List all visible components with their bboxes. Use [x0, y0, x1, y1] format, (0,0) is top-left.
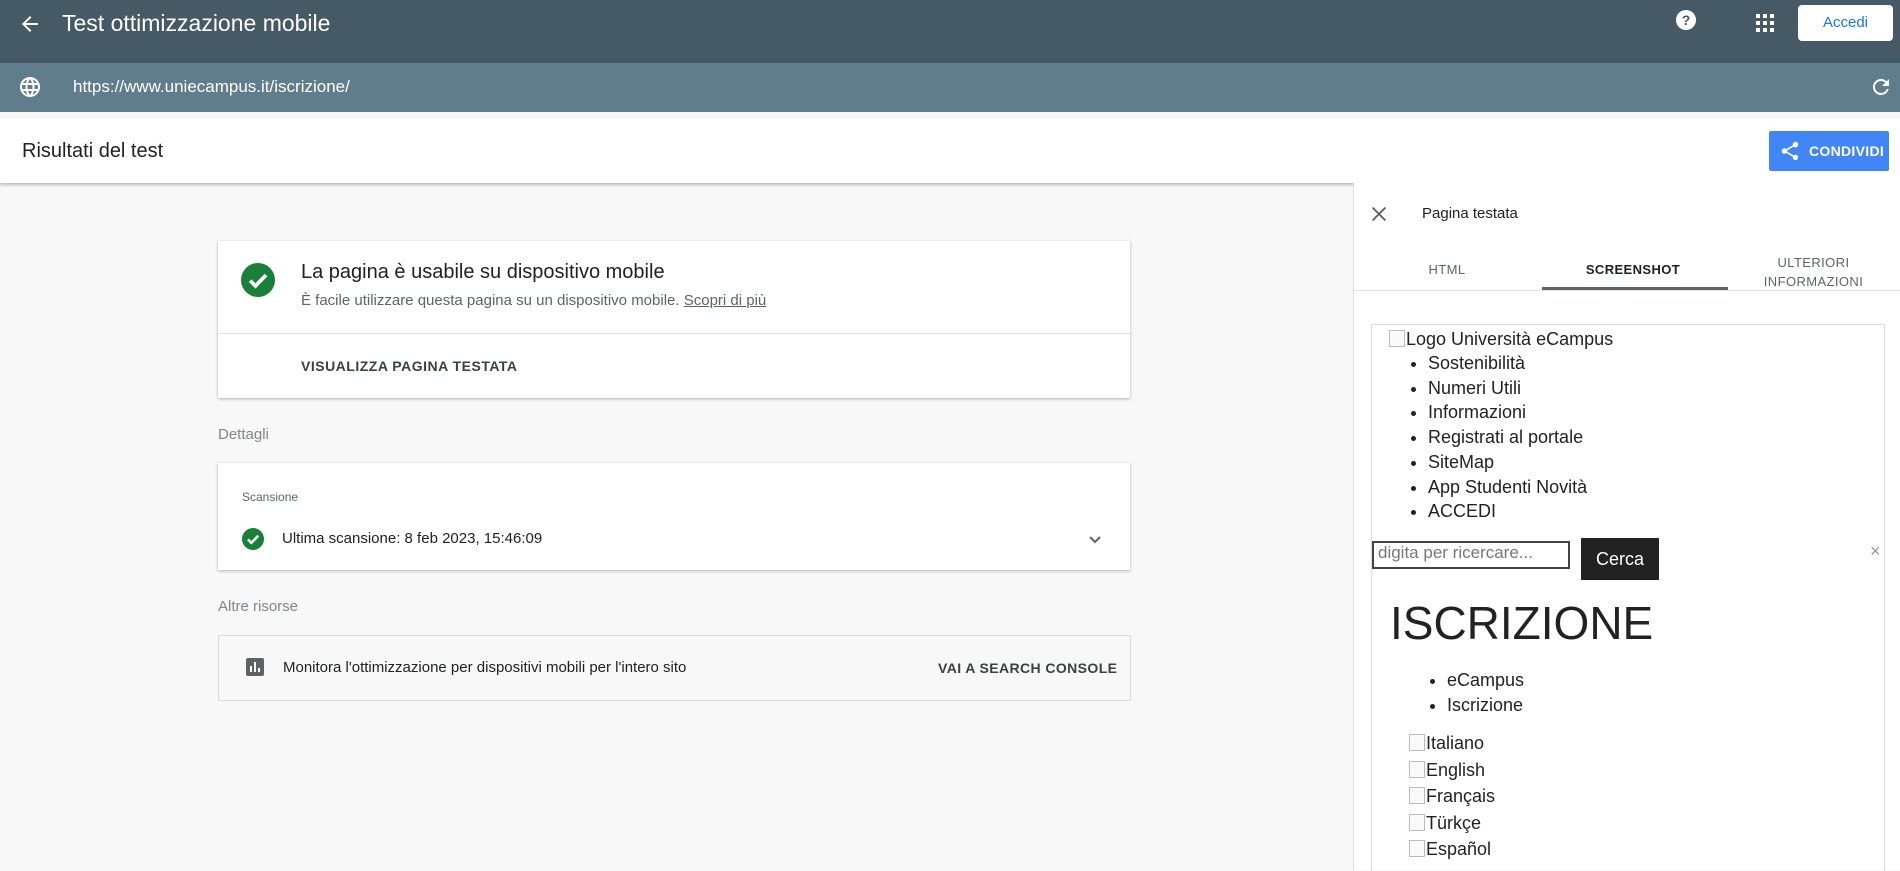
check-circle-icon: [242, 528, 264, 550]
close-icon[interactable]: [1368, 203, 1390, 225]
panel-tabs: HTML SCREENSHOT ULTERIORI INFORMAZIONI: [1354, 245, 1900, 291]
tab-html[interactable]: HTML: [1354, 262, 1540, 307]
scan-details-card[interactable]: Scansione Ultima scansione: 8 feb 2023, …: [218, 463, 1130, 570]
scan-label: Scansione: [242, 490, 299, 504]
language-item: Español: [1409, 836, 1495, 863]
broken-image-icon: [1409, 760, 1425, 778]
share-label: CONDIVIDI: [1809, 143, 1885, 159]
language-item: Français: [1409, 783, 1495, 810]
broken-image-icon: [1409, 813, 1425, 831]
language-item: Italiano: [1409, 730, 1495, 757]
broken-image-icon: [1409, 840, 1425, 857]
tested-page-panel: Pagina testata HTML SCREENSHOT ULTERIORI…: [1353, 183, 1900, 871]
tab-more-info-line2: INFORMAZIONI: [1763, 274, 1864, 289]
broken-image-icon: [1389, 330, 1405, 347]
tab-more-info[interactable]: ULTERIORI INFORMAZIONI: [1726, 253, 1900, 298]
page-screenshot: Logo Università eCampus Sostenibilità Nu…: [1371, 324, 1885, 871]
share-button[interactable]: CONDIVIDI: [1769, 131, 1889, 171]
site-language-list: Italiano English Français Türkçe Español: [1409, 730, 1495, 863]
usability-heading: La pagina è usabile su dispositivo mobil…: [301, 261, 665, 283]
details-section-label: Dettagli: [218, 426, 269, 443]
language-label: Français: [1426, 786, 1496, 806]
last-scan-text: Ultima scansione: 8 feb 2023, 15:46:09: [282, 530, 543, 547]
site-nav-list: Sostenibilità Numeri Utili Informazioni …: [1390, 351, 1587, 524]
refresh-icon[interactable]: [1869, 75, 1893, 99]
app-title: Test ottimizzazione mobile: [62, 10, 331, 36]
divider: [218, 333, 1130, 334]
broken-logo-image: Logo Università eCampus: [1389, 329, 1613, 350]
language-label: Italiano: [1426, 733, 1485, 753]
usability-subtitle: È facile utilizzare questa pagina su un …: [301, 292, 766, 309]
active-tab-indicator: [1542, 287, 1728, 290]
search-console-card: Monitora l'ottimizzazione per dispositiv…: [218, 635, 1131, 701]
results-title: Risultati del test: [22, 140, 164, 162]
help-icon[interactable]: ?: [1674, 8, 1698, 32]
language-label: English: [1426, 759, 1486, 780]
share-icon: [1781, 141, 1799, 161]
list-item: ACCEDI: [1428, 499, 1587, 524]
bar-chart-icon: [246, 658, 264, 676]
learn-more-link[interactable]: Scopri di più: [684, 292, 767, 309]
apps-grid-icon[interactable]: [1753, 11, 1777, 35]
language-item: English: [1409, 757, 1495, 784]
usability-subtitle-text: È facile utilizzare questa pagina su un …: [301, 292, 680, 309]
search-console-link[interactable]: VAI A SEARCH CONSOLE: [938, 660, 1117, 676]
tab-more-info-line1: ULTERIORI: [1777, 255, 1850, 270]
resources-text: Monitora l'ottimizzazione per dispositiv…: [283, 659, 687, 676]
chevron-down-icon[interactable]: [1083, 527, 1107, 551]
list-item: Registrati al portale: [1428, 425, 1587, 450]
site-close-glyph: ×: [1870, 541, 1881, 561]
language-item: Türkçe: [1409, 810, 1495, 837]
resources-section-label: Altre risorse: [218, 598, 299, 615]
app-bar: Test ottimizzazione mobile ? Accedi: [0, 0, 1900, 63]
language-label: Türkçe: [1426, 812, 1482, 833]
check-circle-icon: [241, 263, 275, 297]
list-item: Numeri Utili: [1428, 376, 1587, 401]
svg-text:?: ?: [1682, 12, 1691, 28]
site-heading: ISCRIZIONE: [1390, 597, 1654, 649]
site-search-input: digita per ricercare...: [1372, 541, 1570, 569]
list-item: eCampus: [1447, 668, 1524, 693]
list-item: Iscrizione: [1447, 693, 1524, 718]
site-breadcrumb: eCampus Iscrizione: [1409, 668, 1524, 718]
mobile-usability-card: La pagina è usabile su dispositivo mobil…: [218, 241, 1130, 398]
list-item: Sostenibilità: [1428, 351, 1587, 376]
broken-image-icon: [1409, 734, 1425, 751]
language-label: Español: [1426, 839, 1492, 859]
view-tested-page-button[interactable]: VISUALIZZA PAGINA TESTATA: [301, 358, 518, 374]
panel-title: Pagina testata: [1422, 205, 1518, 222]
globe-icon: [20, 77, 40, 97]
list-item: Informazioni: [1428, 400, 1587, 425]
back-arrow-icon[interactable]: [18, 12, 42, 36]
url-bar: https://www.uniecampus.it/iscrizione/: [0, 63, 1900, 112]
broken-image-icon: [1409, 787, 1425, 804]
logo-alt-text: Logo Università eCampus: [1406, 329, 1614, 349]
tab-screenshot[interactable]: SCREENSHOT: [1540, 262, 1726, 307]
site-search-button: Cerca: [1581, 538, 1659, 580]
sign-in-button[interactable]: Accedi: [1798, 5, 1893, 41]
url-field[interactable]: https://www.uniecampus.it/iscrizione/: [73, 77, 350, 97]
list-item: SiteMap: [1428, 450, 1587, 475]
results-header: Risultati del test CONDIVIDI: [0, 118, 1900, 183]
list-item: App Studenti Novità: [1428, 475, 1587, 500]
